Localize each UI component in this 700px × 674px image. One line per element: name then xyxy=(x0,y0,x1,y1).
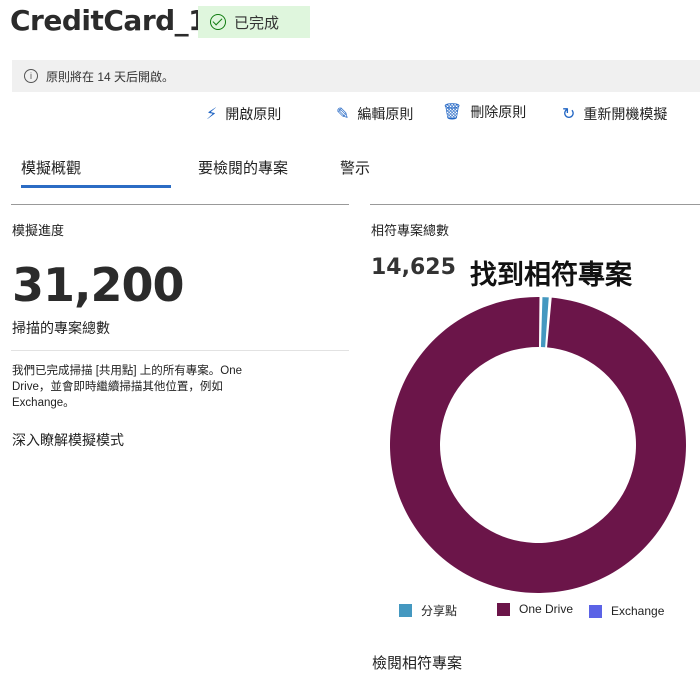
divider xyxy=(370,204,700,205)
tab-items-to-review[interactable]: 要檢閱的專案 xyxy=(198,157,288,178)
button-label: 刪除原則 xyxy=(470,104,527,120)
legend-swatch xyxy=(497,602,510,616)
divider xyxy=(11,204,349,205)
delete-policy-button[interactable]: 🗑 刪除原則 xyxy=(442,102,526,122)
button-label: 編輯原則 xyxy=(357,106,414,122)
match-count: 14,625 xyxy=(371,255,456,280)
legend-swatch xyxy=(399,604,412,617)
refresh-icon: ↻ xyxy=(562,106,576,123)
total-scanned-label: 掃描的專案總數 xyxy=(12,320,110,336)
legend-item-sharepoint: 分享點 xyxy=(399,602,457,619)
trash-icon: 🗑 xyxy=(442,104,463,121)
status-text: 已完成 xyxy=(234,14,280,32)
active-tab-indicator xyxy=(21,185,171,188)
scan-description: 我們已完成掃描 [共用點] 上的所有專案。One Drive，並會即時繼續掃描其… xyxy=(12,365,243,409)
turn-on-policy-button[interactable]: ⚡ 開啟原則 xyxy=(206,104,281,124)
matches-heading: 相符專案總數 xyxy=(371,223,450,238)
lightning-icon: ⚡ xyxy=(206,106,218,123)
info-icon: i xyxy=(24,69,38,83)
check-circle-icon xyxy=(210,14,226,30)
total-scanned-value: 31,200 xyxy=(12,258,185,312)
progress-heading: 模擬進度 xyxy=(12,223,65,238)
legend-label: 分享點 xyxy=(421,604,458,618)
donut-chart xyxy=(390,297,686,593)
donut-slice-分享點 xyxy=(540,297,549,348)
button-label: 重新開機模擬 xyxy=(583,106,668,122)
button-label: 開啟原則 xyxy=(225,106,282,122)
status-badge: 已完成 xyxy=(198,6,310,38)
legend-label: Exchange xyxy=(611,604,665,618)
legend-label: One Drive xyxy=(519,602,574,616)
divider xyxy=(11,350,349,351)
page-title: CreditCard_1 xyxy=(10,4,208,37)
match-label: 找到相符專案 xyxy=(470,260,632,290)
info-text: 原則將在 14 天后開啟。 xyxy=(46,69,175,84)
restart-simulation-button[interactable]: ↻ 重新開機模擬 xyxy=(562,104,667,124)
pencil-icon: ✎ xyxy=(336,106,350,123)
review-matches-link[interactable]: 檢閱相符專案 xyxy=(372,652,462,673)
tab-simulation-overview[interactable]: 模擬概觀 xyxy=(21,157,81,178)
legend-item-exchange: Exchange xyxy=(589,604,664,618)
tab-alerts[interactable]: 警示 xyxy=(340,157,370,178)
edit-policy-button[interactable]: ✎ 編輯原則 xyxy=(336,104,413,124)
legend-swatch xyxy=(589,604,602,618)
legend-item-onedrive: One Drive xyxy=(497,602,573,616)
donut-slice-one-drive xyxy=(390,297,686,593)
info-bar: i 原則將在 14 天后開啟。 xyxy=(12,60,700,92)
learn-more-link[interactable]: 深入瞭解模擬模式 xyxy=(12,430,124,450)
